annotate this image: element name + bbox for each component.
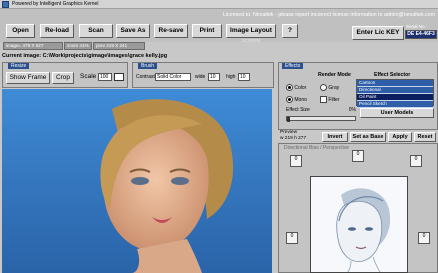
scale-label: Scale [80, 73, 97, 80]
effects-label: Effects [282, 63, 304, 69]
help-button[interactable]: ? [282, 24, 298, 38]
user-models-button[interactable]: User Models [360, 108, 434, 118]
effect-item-pencil-sketch[interactable]: Pencil Sketch [357, 101, 433, 108]
show-frame-button[interactable]: Show Frame [6, 72, 50, 84]
effect-item-oil-paint[interactable]: Oil Paint [357, 94, 433, 101]
preview-canvas[interactable] [310, 176, 408, 273]
pencil-sketch-preview [311, 177, 407, 272]
contrast-select[interactable]: Solid Color [155, 73, 191, 81]
image-layout-button[interactable]: Image Layout [226, 24, 276, 38]
save-as-button[interactable]: Save As [116, 24, 150, 38]
effect-selector-label: Effect Selector [374, 72, 411, 78]
preview-info: Preview w 219 h 277 [280, 130, 320, 142]
apply-button[interactable]: Apply [388, 132, 412, 142]
effect-item-cartoon[interactable]: Cartoon [357, 80, 433, 87]
spinner-top-center[interactable]: 0 [352, 150, 364, 162]
effect-size-slider-thumb[interactable] [287, 117, 290, 122]
effect-item-directional[interactable]: Directional [357, 87, 433, 94]
preview-size: w 219 h 277 [280, 136, 307, 141]
high-input[interactable]: 10 [238, 73, 250, 81]
resave-button[interactable]: Re-save [154, 24, 188, 38]
spinner-left[interactable]: 0 [286, 232, 298, 244]
spinner-top-right[interactable]: 0 [410, 155, 422, 167]
open-button[interactable]: Open [6, 24, 35, 38]
crop-button[interactable]: Crop [52, 72, 74, 84]
effect-size-slider[interactable] [286, 116, 356, 122]
spinner-right[interactable]: 0 [418, 232, 430, 244]
print-button[interactable]: Print [192, 24, 222, 38]
set-as-base-button[interactable]: Set as Base [350, 132, 386, 142]
license-message: Licensed to: Nevaltek - please report in… [222, 12, 435, 18]
portrait-image [2, 89, 272, 273]
image-layout-mode: SCREEN [241, 38, 261, 43]
effect-selector-list[interactable]: Cartoon Directional Oil Paint Pencil Ske… [356, 79, 434, 108]
brush-label: Brush [138, 63, 158, 69]
scale-picker-icon[interactable] [114, 73, 124, 81]
effect-size-value: 0% [348, 107, 356, 113]
invert-button[interactable]: Invert [322, 132, 348, 142]
current-image-path: Current image: C:\Work\projects\gimage\i… [2, 53, 168, 59]
window-title-bar: Powered by Intelligent Graphics Kernel [0, 0, 438, 9]
directional-bias-label: Directional Bias / Perspective [284, 145, 350, 151]
app-icon [2, 1, 9, 8]
render-mode-label: Render Mode [318, 72, 351, 78]
contrast-label: Contrast [136, 74, 155, 80]
preview-size-status: prev 219 X 241 [93, 42, 145, 50]
scan-button[interactable]: Scan [79, 24, 113, 38]
image-size-status: image= 478 X 527 [3, 42, 63, 50]
serial-number: DE E4-46F3 [405, 30, 437, 39]
wide-input[interactable]: 10 [208, 73, 220, 81]
main-image-canvas[interactable] [2, 89, 272, 273]
mode-gray[interactable]: Gray [320, 84, 350, 91]
reload-button[interactable]: Re-load [40, 24, 74, 38]
mode-mono[interactable]: Mono [286, 96, 316, 103]
zoom-status: zoom 41% [64, 42, 92, 50]
window-title: Powered by Intelligent Graphics Kernel [12, 1, 99, 7]
mode-filter[interactable]: Filter [320, 96, 350, 103]
spinner-top-left[interactable]: 0 [290, 155, 302, 167]
mode-color[interactable]: Color [286, 84, 316, 91]
resize-label: Resize [8, 63, 30, 69]
enter-license-key-button[interactable]: Enter Lic KEY [352, 26, 404, 40]
effect-size-label: Effect Size [286, 107, 310, 113]
wide-label: wide [195, 74, 206, 80]
high-label: high [226, 74, 236, 80]
reset-button[interactable]: Reset [414, 132, 436, 142]
scale-input[interactable]: 100 [98, 73, 112, 81]
